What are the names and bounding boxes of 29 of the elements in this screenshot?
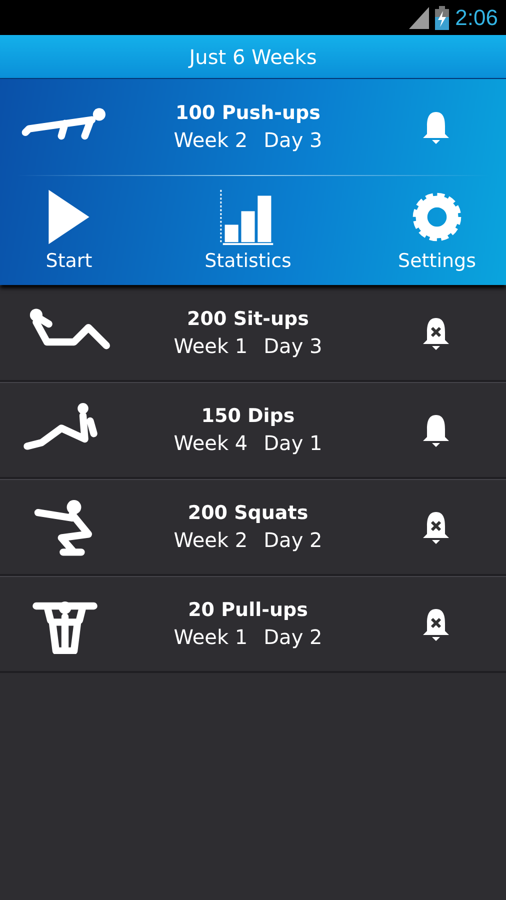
program-name: 20 Pull-ups (187, 599, 309, 621)
program-row[interactable]: 150 Dips Week 4 Day 1 (0, 382, 506, 479)
bell-icon[interactable] (421, 413, 451, 447)
day-label: Day 2 (264, 528, 322, 552)
bell-off-icon[interactable] (421, 510, 451, 544)
week-label: Week 2 (174, 128, 248, 152)
day-label: Day 3 (264, 334, 322, 358)
day-label: Day 1 (264, 431, 322, 455)
battery-icon (435, 6, 450, 30)
app-title: Just 6 Weeks (189, 44, 317, 68)
start-button[interactable]: Start (40, 188, 98, 272)
day-label: Day 3 (264, 128, 322, 152)
week-label: Week 1 (174, 625, 248, 649)
day-label: Day 2 (264, 625, 322, 649)
program-row[interactable]: 20 Pull-ups Week 1 Day 2 (0, 576, 506, 673)
program-row[interactable]: 200 Sit-ups Week 1 Day 3 (0, 285, 506, 382)
week-label: Week 2 (174, 528, 248, 552)
clock-time: 2:06 (455, 4, 498, 30)
statistics-button[interactable]: Statistics (204, 188, 292, 272)
signal-icon (409, 6, 430, 28)
bell-off-icon[interactable] (421, 607, 451, 641)
program-name: 150 Dips (200, 405, 296, 427)
bell-off-icon[interactable] (421, 316, 451, 350)
program-row[interactable]: 200 Squats Week 2 Day 2 (0, 479, 506, 576)
week-label: Week 4 (174, 431, 248, 455)
program-name: 200 Squats (186, 502, 310, 524)
program-name: 100 Push-ups (174, 102, 322, 124)
week-label: Week 1 (174, 334, 248, 358)
program-name: 200 Sit-ups (186, 308, 310, 330)
